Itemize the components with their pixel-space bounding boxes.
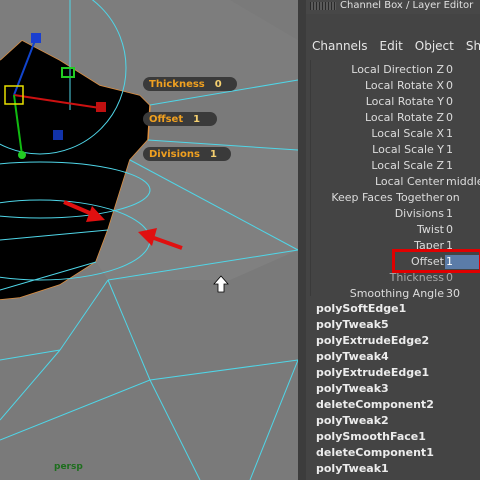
channel-value[interactable]: middle [446,174,480,190]
history-node[interactable]: polyTweak1 [316,462,480,478]
offset-highlight-box [392,249,480,273]
smoothing-angle-row[interactable]: Smoothing Angle 30 [306,286,480,302]
channel-label: Local Rotate Z [364,111,444,124]
channel-value[interactable]: 0 [446,62,453,78]
hud-offset-value: 1 [193,113,201,125]
channel-value[interactable]: 0 [446,222,453,238]
channel-value[interactable]: 1 [446,206,453,222]
hud-offset-label: Offset [149,113,184,125]
panel-divider[interactable] [298,0,306,480]
manipulator-rotate-handle[interactable] [53,130,63,140]
channel-value[interactable]: on [446,190,460,206]
smoothing-value[interactable]: 30 [446,286,460,302]
hud-divisions: Divisions 1 [143,147,231,161]
channel-row[interactable]: Local Scale X 1 [306,126,480,142]
channel-row[interactable]: Divisions 1 [306,206,480,222]
input-history-list: polySoftEdge1 polyTweak5 polyExtrudeEdge… [316,302,480,478]
hud-divisions-label: Divisions [149,148,200,160]
channel-label: Divisions [394,207,444,220]
channel-value[interactable]: 1 [446,142,453,158]
channel-menubar: Channels Edit Object Show [306,36,480,56]
3d-viewport[interactable]: Thickness 0 Offset 1 Divisions 1 persp [0,0,298,480]
channel-label: Local Center [374,175,444,188]
channel-label: Local Scale X [371,127,444,140]
channel-label: Local Rotate X [364,79,444,92]
channel-row[interactable]: Local Scale Y 1 [306,142,480,158]
channel-row[interactable]: Local Rotate Y 0 [306,94,480,110]
channel-value[interactable]: 1 [446,126,453,142]
manipulator-y-handle[interactable] [31,33,41,43]
history-node[interactable]: polyTweak3 [316,382,480,398]
channel-label: Local Rotate Y [365,95,444,108]
channel-value[interactable]: 0 [446,110,453,126]
channel-row[interactable]: Keep Faces Together on [306,190,480,206]
channel-value[interactable]: 1 [446,158,453,174]
menu-channels[interactable]: Channels [306,36,374,56]
history-node[interactable]: polyExtrudeEdge1 [316,366,480,382]
hud-thickness: Thickness 0 [143,77,237,91]
channel-label: Keep Faces Together [331,191,444,204]
hud-divisions-value: 1 [210,148,217,160]
channel-row[interactable]: Twist 0 [306,222,480,238]
history-node[interactable]: polySoftEdge1 [316,302,480,318]
channel-label: Local Direction Z [351,63,444,76]
panel-title: Channel Box / Layer Editor [340,0,474,11]
history-node[interactable]: polyTweak2 [316,414,480,430]
history-node[interactable]: polyTweak4 [316,350,480,366]
manipulator-x-handle[interactable] [96,102,106,112]
channel-value[interactable]: 0 [446,94,453,110]
menu-object[interactable]: Object [409,36,460,56]
channel-label: Local Scale Y [372,143,444,156]
menu-show[interactable]: Show [460,36,480,56]
channel-label: Local Scale Z [371,159,444,172]
hud-offset: Offset 1 [143,112,217,126]
history-node[interactable]: polySmoothFace1 [316,430,480,446]
channel-value[interactable]: 0 [446,78,453,94]
channel-label: Twist [417,223,444,236]
manipulator-z-handle[interactable] [18,151,26,159]
channel-row[interactable]: Local Direction Z 0 [306,62,480,78]
menu-edit[interactable]: Edit [374,36,409,56]
channel-row[interactable]: Local Scale Z 1 [306,158,480,174]
hud-thickness-value: 0 [214,78,222,90]
camera-label: persp [54,462,83,472]
history-node[interactable]: polyExtrudeEdge2 [316,334,480,350]
hud-thickness-label: Thickness [149,78,205,90]
history-node[interactable]: deleteComponent1 [316,446,480,462]
panel-title-bar[interactable]: Channel Box / Layer Editor [306,0,480,14]
grip-icon[interactable] [310,2,336,10]
scene-mesh[interactable] [0,0,298,480]
smoothing-label: Smoothing Angle [349,287,444,300]
channel-row[interactable]: Local Rotate Z 0 [306,110,480,126]
history-node[interactable]: polyTweak5 [316,318,480,334]
channel-row[interactable]: Local Center middle [306,174,480,190]
channel-box-panel: Channel Box / Layer Editor Channels Edit… [306,0,480,480]
channel-row[interactable]: Local Rotate X 0 [306,78,480,94]
history-node[interactable]: deleteComponent2 [316,398,480,414]
